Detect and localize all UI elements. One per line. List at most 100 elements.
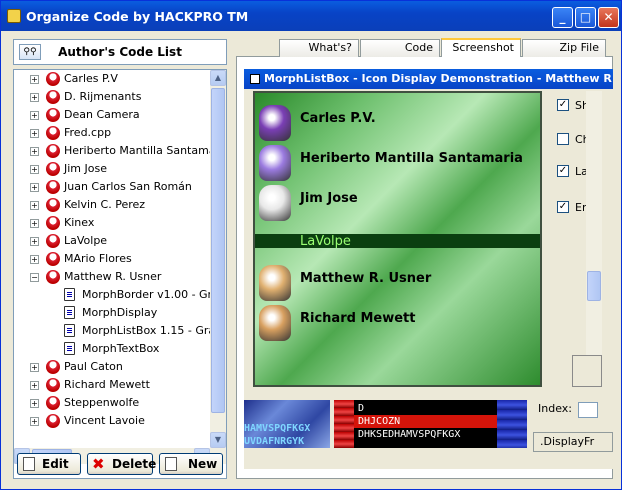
- author-panel: ⚲⚲ Author's Code List + Vincent Lavoie + St…: [11, 39, 228, 479]
- code-file-icon: [64, 288, 75, 301]
- morph-list-item: Jim Jose: [255, 181, 540, 221]
- screenshot-title-bar: MorphListBox - Icon Display Demonstratio…: [244, 69, 613, 89]
- new-document-icon: [165, 457, 177, 471]
- window-icon: [250, 74, 260, 84]
- black-list-item: DHKSEDHAMVSPQFKGX: [358, 429, 461, 440]
- tree-item-label: MorphDisplay: [82, 306, 158, 319]
- author-icon: [46, 144, 60, 158]
- display-frame-label: .DisplayFr: [533, 432, 613, 452]
- expand-icon[interactable]: +: [30, 399, 39, 408]
- delete-button[interactable]: ✖ Delete: [87, 453, 157, 475]
- tree-item-label: Juan Carlos San Román: [64, 180, 192, 193]
- tab-whats[interactable]: What's?: [279, 39, 359, 57]
- expand-icon[interactable]: +: [30, 219, 39, 228]
- option-checkbox: ✓: [557, 99, 569, 111]
- author-tree[interactable]: + Vincent Lavoie + Steppenwolfe + Richard Mew…: [13, 69, 227, 479]
- morph-list-label: Matthew R. Usner: [300, 271, 432, 286]
- black-list-box: D DHJCOZN DHKSEDHAMVSPQFKGX: [354, 400, 497, 448]
- morph-list-label: LaVolpe: [300, 234, 351, 249]
- expand-icon[interactable]: +: [30, 417, 39, 426]
- expand-icon[interactable]: +: [30, 93, 39, 102]
- tree-item-label: Vincent Lavoie: [64, 414, 145, 427]
- author-icon: [46, 108, 60, 122]
- expand-icon[interactable]: +: [30, 363, 39, 372]
- tree-item-label: MArio Flores: [64, 252, 132, 265]
- expand-icon[interactable]: +: [30, 129, 39, 138]
- screenshot-scrollbar: [586, 91, 602, 387]
- screenshot-scroll-thumb: [587, 271, 601, 301]
- character-face-icon: [259, 185, 291, 221]
- expand-icon[interactable]: +: [30, 111, 39, 120]
- author-list-title: Author's Code List: [58, 45, 182, 59]
- blue-text-box: HAMVSPQFKGX UVDAFNRGYK: [244, 400, 330, 448]
- new-button[interactable]: New: [159, 453, 223, 475]
- expand-icon[interactable]: +: [30, 381, 39, 390]
- author-list-header: ⚲⚲ Author's Code List: [13, 39, 227, 65]
- index-label: Index:: [538, 402, 572, 415]
- screenshot-image: MorphListBox - Icon Display Demonstratio…: [244, 69, 613, 469]
- expand-icon[interactable]: +: [30, 255, 39, 264]
- binoculars-icon[interactable]: ⚲⚲: [19, 44, 41, 60]
- morph-list-item: Carles P.V.: [255, 101, 540, 141]
- title-bar[interactable]: Organize Code by HACKPRO TM _ □ ✕: [1, 1, 621, 31]
- author-icon: [46, 360, 60, 374]
- screenshot-title: MorphListBox - Icon Display Demonstratio…: [264, 72, 613, 85]
- tab-screenshot[interactable]: Screenshot: [441, 38, 521, 57]
- tree-item-label: Matthew R. Usner: [64, 270, 162, 283]
- character-face-icon: [259, 305, 291, 341]
- edit-icon: [23, 457, 35, 471]
- character-face-icon: [259, 105, 291, 141]
- maximize-button[interactable]: □: [575, 7, 596, 28]
- new-button-label: New: [188, 457, 218, 471]
- tree-item-label: Heriberto Mantilla Santamaría: [64, 144, 227, 157]
- expand-icon[interactable]: +: [30, 147, 39, 156]
- delete-button-label: Delete: [112, 457, 157, 471]
- red-pattern-box: [334, 400, 354, 448]
- expand-icon[interactable]: +: [30, 75, 39, 84]
- author-icon: [46, 234, 60, 248]
- blue-pattern-box: [497, 400, 527, 448]
- tab-code[interactable]: Code: [360, 39, 440, 57]
- expand-icon[interactable]: +: [30, 183, 39, 192]
- window-title: Organize Code by HACKPRO TM: [26, 9, 249, 24]
- scroll-up-button[interactable]: ▲: [210, 70, 226, 86]
- black-list-item: D: [358, 403, 365, 414]
- morph-list-item-selected: LaVolpe: [255, 234, 540, 249]
- tab-zip-file[interactable]: Zip File: [522, 39, 606, 57]
- expand-icon[interactable]: +: [30, 237, 39, 246]
- morph-list-item: Richard Mewett: [255, 301, 540, 341]
- expand-icon[interactable]: +: [30, 165, 39, 174]
- tree-item-label: MorphListBox 1.15 - Grap: [82, 324, 223, 337]
- collapse-icon[interactable]: −: [30, 273, 39, 282]
- author-icon: [46, 216, 60, 230]
- option-checkbox: ✓: [557, 201, 569, 213]
- tree-item-label: Steppenwolfe: [64, 396, 140, 409]
- black-list-item-selected: DHJCOZN: [354, 415, 497, 428]
- morph-list-label: Jim Jose: [300, 191, 358, 206]
- tree-item-label: LaVolpe: [64, 234, 108, 247]
- morph-listbox: Carles P.V. Heriberto Mantilla Santamaria…: [253, 91, 542, 387]
- tree-vertical-scrollbar[interactable]: ▲ ▼: [210, 70, 226, 448]
- minimize-button[interactable]: _: [552, 7, 573, 28]
- author-icon: [46, 162, 60, 176]
- morph-list-label: Richard Mewett: [300, 311, 416, 326]
- main-window: Organize Code by HACKPRO TM _ □ ✕ ⚲⚲ Aut…: [0, 0, 622, 490]
- close-button[interactable]: ✕: [598, 7, 619, 28]
- tree-item-label: MorphTextBox: [82, 342, 160, 355]
- scroll-down-button[interactable]: ▼: [210, 432, 226, 448]
- tree-item-label: Paul Caton: [64, 360, 123, 373]
- expand-icon[interactable]: +: [30, 201, 39, 210]
- author-icon: [46, 270, 60, 284]
- author-icon: [46, 252, 60, 266]
- code-file-icon: [64, 342, 75, 355]
- edit-button[interactable]: Edit: [17, 453, 81, 475]
- author-icon: [46, 72, 60, 86]
- tree-item-label: D. Rijmenants: [64, 90, 142, 103]
- author-icon: [46, 126, 60, 140]
- author-icon: [46, 396, 60, 410]
- author-icon: [46, 414, 60, 428]
- tree-scroll-thumb[interactable]: [211, 88, 225, 413]
- tree-item-label: Kinex: [64, 216, 95, 229]
- morph-list-item: Matthew R. Usner: [255, 261, 540, 301]
- tree-item-label: Jim Jose: [64, 162, 107, 175]
